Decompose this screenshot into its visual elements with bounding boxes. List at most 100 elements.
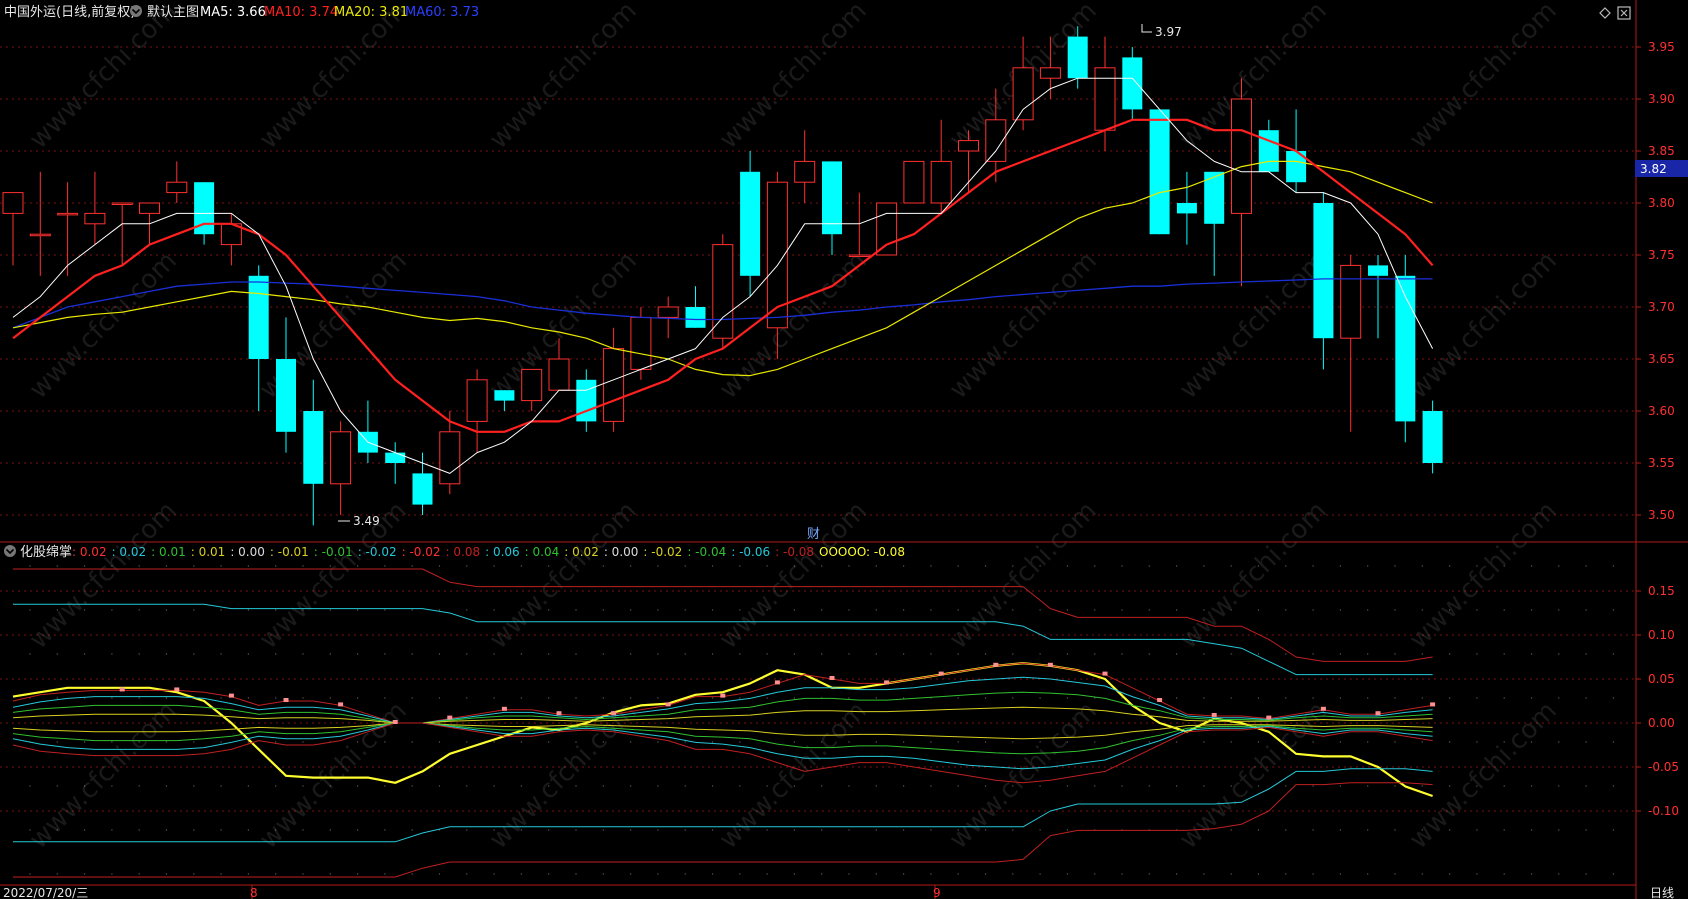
candle[interactable] bbox=[685, 286, 706, 328]
indicator-value-item: : -0.02 bbox=[643, 545, 682, 559]
candle[interactable] bbox=[276, 317, 296, 453]
candle[interactable] bbox=[740, 151, 761, 297]
candle[interactable] bbox=[111, 202, 133, 266]
indicator-dot bbox=[411, 741, 413, 743]
candle[interactable] bbox=[1395, 255, 1416, 443]
indicator-dot bbox=[1039, 653, 1041, 655]
indicator-dot bbox=[384, 873, 386, 875]
candle[interactable] bbox=[466, 369, 488, 453]
candle-body bbox=[685, 307, 706, 328]
candle[interactable] bbox=[1149, 109, 1170, 235]
indicator-dot bbox=[1148, 565, 1151, 567]
indicator-dot bbox=[1394, 873, 1396, 875]
diamond-icon[interactable] bbox=[1599, 7, 1611, 19]
candle[interactable] bbox=[903, 160, 925, 204]
indicator-dot bbox=[984, 697, 987, 699]
indicator-dot bbox=[1257, 741, 1260, 743]
indicator-dot bbox=[930, 609, 932, 611]
indicator-dot bbox=[466, 565, 468, 567]
candle[interactable] bbox=[29, 171, 51, 276]
period-label[interactable]: 日线 bbox=[1650, 886, 1674, 899]
finance-marker[interactable]: 财 bbox=[807, 527, 820, 542]
indicator-name[interactable]: 化股绵掌 bbox=[20, 545, 72, 560]
indicator-dot bbox=[384, 829, 386, 831]
stock-title[interactable]: 中国外运(日线,前复权) bbox=[4, 4, 135, 20]
candle-body bbox=[876, 202, 898, 256]
candle[interactable] bbox=[1176, 171, 1197, 245]
candle[interactable] bbox=[521, 368, 543, 411]
candle[interactable] bbox=[330, 421, 352, 515]
candle[interactable] bbox=[220, 213, 242, 266]
indicator-dot bbox=[1012, 873, 1014, 875]
candle[interactable] bbox=[876, 202, 898, 256]
indicator-dot bbox=[848, 653, 850, 655]
candle[interactable] bbox=[712, 234, 734, 349]
indicator-dot bbox=[821, 609, 823, 611]
indicator-dot bbox=[56, 741, 58, 743]
watermark-text: www.cfchi.com bbox=[944, 246, 1103, 405]
candle[interactable] bbox=[822, 161, 842, 255]
candle-body bbox=[903, 160, 925, 204]
indicator-dot bbox=[875, 609, 877, 611]
indicator-dot bbox=[384, 565, 386, 567]
indicator-dot bbox=[957, 741, 959, 743]
candle[interactable] bbox=[412, 452, 433, 515]
candle[interactable] bbox=[84, 171, 106, 245]
indicator-dot bbox=[575, 829, 577, 831]
indicator-dot bbox=[1448, 873, 1451, 875]
candle[interactable] bbox=[385, 442, 406, 484]
indicator-dot bbox=[1612, 653, 1615, 655]
candle-body bbox=[1340, 264, 1362, 339]
candle[interactable] bbox=[1204, 171, 1225, 276]
indicator-dot bbox=[848, 609, 850, 611]
indicator-dot bbox=[739, 697, 741, 699]
candle[interactable] bbox=[1313, 192, 1334, 370]
stock-chart-stage[interactable]: www.cfchi.com www.cfchi.com www.cfchi.com w… bbox=[0, 0, 1688, 899]
main-chart-menu-icon[interactable] bbox=[130, 5, 142, 17]
indicator-menu-icon[interactable] bbox=[4, 545, 16, 557]
watermark-text: www.cfchi.com bbox=[1174, 496, 1333, 655]
candle[interactable] bbox=[1422, 400, 1443, 474]
indicator-dot bbox=[1448, 697, 1451, 699]
candle[interactable] bbox=[166, 161, 188, 203]
indicator-tick-label: -0.05 bbox=[1648, 760, 1679, 774]
candle[interactable] bbox=[576, 369, 597, 432]
candle[interactable] bbox=[1368, 255, 1388, 339]
candle[interactable] bbox=[303, 379, 324, 526]
indicator-dot bbox=[1503, 829, 1505, 831]
indicator-dot bbox=[466, 653, 468, 655]
indicator-dot bbox=[629, 697, 632, 699]
indicator-dot bbox=[1121, 653, 1123, 655]
candle-body bbox=[1122, 57, 1143, 110]
candle[interactable] bbox=[657, 296, 679, 339]
indicator-dot bbox=[602, 785, 604, 787]
candle[interactable] bbox=[1340, 255, 1362, 432]
indicator-dot bbox=[1476, 873, 1478, 875]
indicator-dot bbox=[1394, 609, 1396, 611]
indicator-dot bbox=[111, 609, 113, 611]
indicator-dot bbox=[411, 873, 413, 875]
close-icon[interactable] bbox=[1617, 6, 1631, 20]
candle[interactable] bbox=[494, 390, 515, 411]
indicator-dot bbox=[1612, 829, 1615, 831]
candle[interactable] bbox=[1122, 47, 1143, 120]
indicator-dot bbox=[602, 653, 604, 655]
candle[interactable] bbox=[1258, 119, 1279, 172]
indicator-dot bbox=[83, 741, 86, 743]
candle[interactable] bbox=[2, 192, 24, 266]
candle-body bbox=[848, 254, 870, 257]
indicator-value-item: : -0.06 bbox=[731, 545, 770, 559]
indicator-dot bbox=[1367, 873, 1369, 875]
indicator-dot bbox=[165, 741, 168, 743]
candle[interactable] bbox=[794, 130, 816, 203]
indicator-dot bbox=[165, 565, 168, 567]
indicator-dot bbox=[1257, 653, 1260, 655]
indicator-marker bbox=[1102, 671, 1108, 676]
candle[interactable] bbox=[357, 400, 378, 463]
main-chart-label[interactable]: 默认主图 bbox=[147, 4, 199, 20]
indicator-dot bbox=[1448, 741, 1451, 743]
indicator-dot bbox=[1421, 609, 1424, 611]
watermark-text: www.cfchi.com bbox=[1174, 246, 1333, 405]
indicator-dot bbox=[493, 565, 495, 567]
candle[interactable] bbox=[57, 182, 79, 276]
